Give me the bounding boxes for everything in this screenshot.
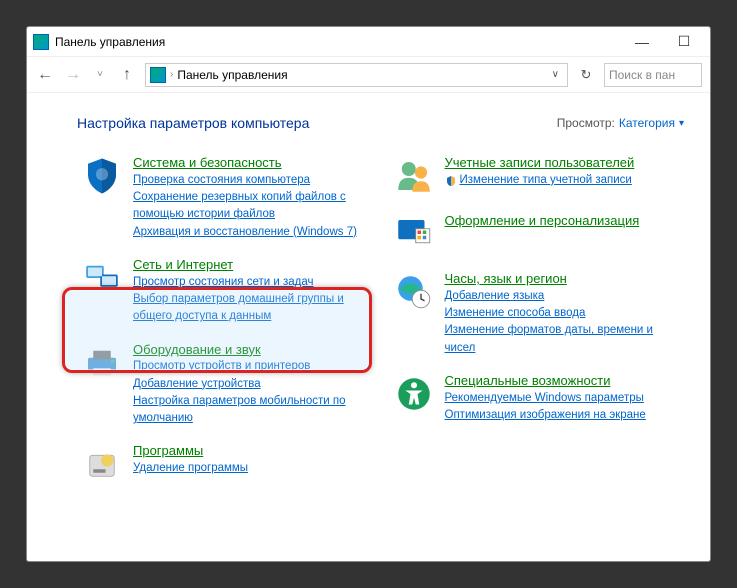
category-link[interactable]: Рекомендуемые Windows параметры [445,390,681,407]
view-by-value[interactable]: Категория [619,116,675,130]
right-column: Учетные записи пользователей Изменение т… [389,149,685,495]
window-title: Панель управления [55,35,622,49]
category-title[interactable]: Система и безопасность [133,155,282,170]
refresh-button[interactable]: ↻ [576,67,596,83]
recent-dropdown[interactable]: ˅ [91,66,109,84]
printer-icon [81,342,123,384]
category-title[interactable]: Часы, язык и регион [445,271,567,286]
category-link[interactable]: Изменение типа учетной записи [460,172,632,189]
category-link[interactable]: Проверка состояния компьютера [133,172,369,189]
dropdown-icon[interactable]: ▾ [679,118,684,129]
window: Панель управления — ☐ ← → ˅ ↑ › Панель у… [26,26,711,562]
category-link[interactable]: Просмотр устройств и принтеров [133,358,369,375]
window-controls: — ☐ [622,28,704,56]
view-by: Просмотр: Категория ▾ [557,116,684,130]
minimize-button[interactable]: — [622,28,662,56]
category-link[interactable]: Добавление устройства [133,376,369,393]
chevron-right-icon: › [170,69,173,80]
content-area: Настройка параметров компьютера Просмотр… [27,93,710,505]
uac-shield-icon [445,175,457,187]
accessibility-icon [393,373,435,415]
address-icon [150,67,166,83]
search-input[interactable]: Поиск в пан [604,63,702,87]
category-appearance: Оформление и персонализация [389,207,685,265]
category-system-security: Система и безопасность Проверка состояни… [77,149,373,251]
category-title[interactable]: Сеть и Интернет [133,257,233,272]
clock-globe-icon [393,271,435,313]
category-network-internet: Сеть и Интернет Просмотр состояния сети … [77,251,373,336]
back-button[interactable]: ← [35,65,55,85]
titlebar: Панель управления — ☐ [27,27,710,57]
category-link[interactable]: Добавление языка [445,288,681,305]
category-user-accounts: Учетные записи пользователей Изменение т… [389,149,685,207]
heading-row: Настройка параметров компьютера Просмотр… [77,115,684,131]
category-link[interactable]: Выбор параметров домашней группы и общег… [133,291,369,326]
programs-icon [81,443,123,485]
category-clock-language: Часы, язык и регион Добавление языка Изм… [389,265,685,367]
navbar: ← → ˅ ↑ › Панель управления ∨ ↻ Поиск в … [27,57,710,93]
view-by-label: Просмотр: [557,116,615,130]
category-title[interactable]: Учетные записи пользователей [445,155,635,170]
category-link[interactable]: Сохранение резервных копий файлов с помо… [133,189,369,224]
category-link[interactable]: Изменение форматов даты, времени и чисел [445,322,681,357]
up-button[interactable]: ↑ [117,65,137,85]
maximize-button[interactable]: ☐ [664,28,704,56]
search-placeholder: Поиск в пан [609,68,675,82]
category-ease-of-access: Специальные возможности Рекомендуемые Wi… [389,367,685,434]
category-link[interactable]: Удаление программы [133,460,369,477]
category-link[interactable]: Изменение способа ввода [445,305,681,322]
address-text: Панель управления [177,68,543,82]
category-columns: Система и безопасность Проверка состояни… [77,149,684,495]
category-title[interactable]: Оформление и персонализация [445,213,640,228]
appearance-icon [393,213,435,255]
address-bar[interactable]: › Панель управления ∨ [145,63,568,87]
category-title[interactable]: Оборудование и звук [133,342,261,357]
left-column: Система и безопасность Проверка состояни… [77,149,373,495]
category-hardware-sound: Оборудование и звук Просмотр устройств и… [77,336,373,438]
page-title: Настройка параметров компьютера [77,115,557,131]
users-icon [393,155,435,197]
category-programs: Программы Удаление программы [77,437,373,495]
category-link[interactable]: Архивация и восстановление (Windows 7) [133,224,369,241]
category-title[interactable]: Программы [133,443,203,458]
category-link[interactable]: Настройка параметров мобильности по умол… [133,393,369,428]
category-title[interactable]: Специальные возможности [445,373,611,388]
network-icon [81,257,123,299]
forward-button[interactable]: → [63,65,83,85]
category-link[interactable]: Просмотр состояния сети и задач [133,274,369,291]
category-link[interactable]: Оптимизация изображения на экране [445,407,681,424]
control-panel-icon [33,34,49,50]
address-dropdown[interactable]: ∨ [548,69,563,80]
shield-icon [81,155,123,197]
